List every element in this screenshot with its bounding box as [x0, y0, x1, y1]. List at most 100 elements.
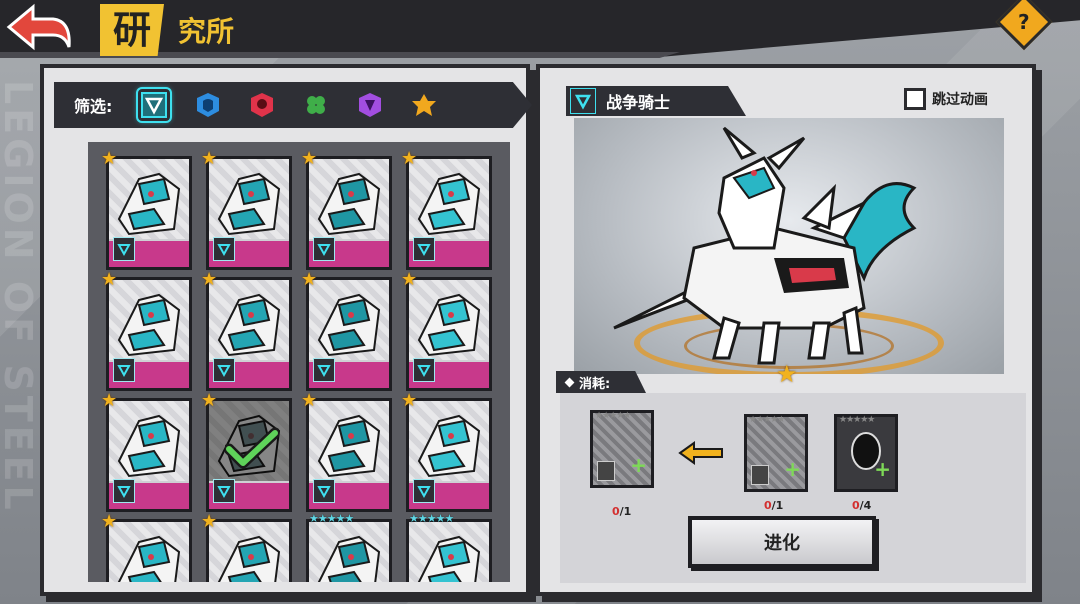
- class-badge-icon: [413, 479, 435, 503]
- mech-card-art: [109, 522, 189, 582]
- mech-card[interactable]: ★: [201, 149, 292, 270]
- mech-card[interactable]: ★★★★★: [406, 512, 492, 582]
- star-icon: ★: [301, 269, 318, 290]
- card-grid: ★ ★ ★ ★ ★ ★ ★ ★ ★ ★ ★ ★ ★ ★ ★★★★★ ★★★★★: [88, 142, 510, 582]
- mech-card-art: [409, 522, 489, 582]
- result-count: 0/1: [612, 505, 632, 518]
- skip-animation-toggle[interactable]: 跳过动画: [904, 88, 988, 110]
- mech-card-art: [109, 401, 189, 481]
- mech-card-art: [209, 280, 289, 360]
- mech-card[interactable]: ★: [201, 391, 292, 512]
- mech-card[interactable]: ★: [401, 391, 492, 512]
- evolve-button[interactable]: 进化: [688, 516, 876, 568]
- mech-card[interactable]: ★: [101, 391, 192, 512]
- title-mark: 研: [100, 4, 164, 56]
- hero-display: [574, 118, 1004, 374]
- star-icon: ★: [101, 511, 118, 532]
- class-badge-icon: [413, 358, 435, 382]
- title-first-char: 研: [112, 8, 151, 52]
- plus-icon: +: [874, 457, 891, 481]
- star-icon: ★: [101, 390, 118, 411]
- mech-card[interactable]: ★: [101, 512, 192, 582]
- class-badge-icon: [413, 237, 435, 261]
- mech-card-art: [309, 159, 389, 239]
- material-2-count: 0/4: [852, 499, 872, 512]
- star-icon: ★: [101, 148, 118, 169]
- mech-card[interactable]: ★: [401, 270, 492, 391]
- blue-class-icon: [197, 93, 220, 117]
- star-icon: ★: [201, 390, 218, 411]
- filter-green[interactable]: [300, 89, 332, 121]
- mech-card[interactable]: ★★★★★: [306, 512, 392, 582]
- plus-icon: +: [784, 457, 801, 481]
- class-badge-icon: [213, 237, 235, 261]
- green-clover-icon: [307, 96, 326, 114]
- skip-animation-label: 跳过动画: [932, 92, 988, 108]
- filter-red[interactable]: [246, 89, 278, 121]
- checkmark-icon: [225, 427, 279, 469]
- mech-card-art: [409, 280, 489, 360]
- evolve-button-label: 进化: [764, 533, 800, 554]
- filter-all[interactable]: [136, 87, 173, 123]
- evolve-result-card[interactable]: ★★★★★ +: [590, 410, 654, 488]
- purple-class-icon: [359, 93, 382, 117]
- plus-icon: +: [630, 453, 647, 477]
- mech-card-art: [109, 280, 189, 360]
- mech-card[interactable]: ★: [401, 149, 492, 270]
- filter-blue[interactable]: [192, 89, 224, 121]
- filter-label: 筛选:: [74, 97, 113, 116]
- star-icon: ★: [301, 390, 318, 411]
- mech-card-art: [309, 401, 389, 481]
- consume-label-tag: 消耗:: [556, 371, 646, 393]
- star-icon: ★: [201, 148, 218, 169]
- mech-card[interactable]: ★: [301, 149, 392, 270]
- diamond-icon: [564, 377, 575, 387]
- class-badge-icon: [597, 461, 615, 481]
- filter-bar: 筛选:: [54, 82, 532, 128]
- mech-card-art: [409, 401, 489, 481]
- mech-card-art: [109, 159, 189, 239]
- mech-card[interactable]: ★: [301, 270, 392, 391]
- star-icon: ★: [401, 390, 418, 411]
- mech-card[interactable]: ★: [101, 270, 192, 391]
- filter-purple[interactable]: [354, 89, 386, 121]
- mech-card-art: [209, 522, 289, 582]
- hero-class-icon: [570, 88, 596, 114]
- class-badge-icon: [113, 358, 135, 382]
- back-button[interactable]: [4, 2, 76, 52]
- mech-card-art: [409, 159, 489, 239]
- arrow-left-icon: [678, 441, 723, 465]
- five-star-row: ★★★★★: [409, 512, 454, 525]
- war-knight-mech-art: [613, 126, 917, 365]
- mech-card[interactable]: ★: [101, 149, 192, 270]
- background-side-text: LEGION OF STEEL: [0, 80, 40, 514]
- back-arrow-icon: [6, 3, 71, 51]
- class-badge-icon: [313, 237, 335, 261]
- material-2-star-row: ★★★★★: [839, 415, 875, 425]
- mech-card[interactable]: ★: [201, 270, 292, 391]
- page-title: 究所: [178, 15, 235, 48]
- mech-card-art: [209, 159, 289, 239]
- class-badge-icon: [213, 358, 235, 382]
- filter-orange[interactable]: [408, 89, 440, 121]
- mech-card-art: [309, 522, 389, 582]
- star-icon: ★: [101, 269, 118, 290]
- star-icon: ★: [201, 269, 218, 290]
- material-1-star-row: ★★★★★: [749, 415, 785, 425]
- five-star-row: ★★★★★: [309, 512, 354, 525]
- hero-name: 战争骑士: [606, 93, 671, 112]
- star-icon: ★: [401, 148, 418, 169]
- skip-animation-checkbox[interactable]: [904, 88, 926, 110]
- material-card-1[interactable]: ★★★★★ +: [744, 414, 808, 492]
- mech-card[interactable]: ★: [301, 391, 392, 512]
- hero-star-icon: ★: [776, 360, 798, 388]
- mech-card[interactable]: ★: [201, 512, 292, 582]
- consume-label: 消耗:: [579, 376, 611, 392]
- star-icon: ★: [301, 148, 318, 169]
- material-card-2[interactable]: ★★★★★ +: [834, 414, 898, 492]
- red-class-icon: [251, 93, 274, 117]
- star-icon: ★: [401, 269, 418, 290]
- class-badge-icon: [313, 358, 335, 382]
- all-class-icon: [141, 92, 168, 118]
- help-icon: ?: [1018, 9, 1030, 34]
